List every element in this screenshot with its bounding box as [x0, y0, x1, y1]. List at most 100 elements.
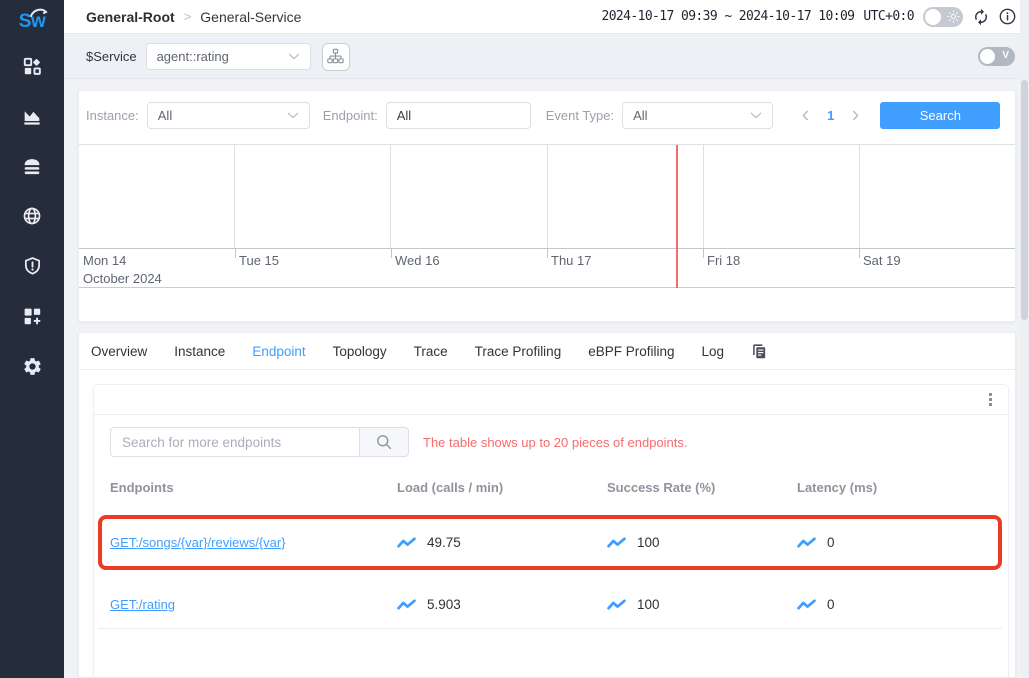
settings-icon	[22, 356, 43, 377]
table-limit-notice: The table shows up to 20 pieces of endpo…	[423, 435, 688, 450]
scrollbar-thumb[interactable]	[1021, 80, 1028, 320]
timeline-day-column	[548, 145, 704, 248]
sparkline-icon[interactable]	[397, 598, 416, 611]
tab-ebpf-profiling[interactable]: eBPF Profiling	[588, 344, 674, 359]
timeline-tick	[391, 249, 392, 258]
app-logo[interactable]: Sw	[0, 0, 64, 44]
latency-value: 0	[827, 597, 835, 612]
scrollbar[interactable]	[1020, 0, 1029, 678]
endpoint-search-input[interactable]	[110, 427, 359, 457]
service-select-value: agent::rating	[157, 49, 229, 64]
search-icon	[376, 434, 392, 450]
timeline-day-column	[391, 145, 547, 248]
endpoint-filter-label: Endpoint:	[323, 108, 378, 123]
tab-log[interactable]: Log	[702, 344, 725, 359]
service-select[interactable]: agent::rating	[146, 43, 311, 70]
tab-overview[interactable]: Overview	[91, 344, 147, 359]
version-toggle[interactable]: V	[978, 47, 1015, 66]
timeline-day-column	[704, 145, 860, 248]
refresh-button[interactable]	[972, 8, 990, 26]
timeline-day-label: Sat 19	[863, 253, 901, 268]
timeline-day-label: Mon 14	[83, 253, 126, 268]
instance-filter-value: All	[158, 108, 172, 123]
breadcrumb-current: General-Service	[200, 9, 301, 25]
info-button[interactable]	[999, 8, 1016, 25]
sparkline-icon[interactable]	[607, 536, 626, 549]
timeline-day-label: Fri 18	[707, 253, 740, 268]
database-icon	[21, 155, 43, 177]
sparkline-icon[interactable]	[797, 598, 816, 611]
endpoints-card: The table shows up to 20 pieces of endpo…	[93, 384, 1009, 678]
sun-icon	[947, 10, 960, 23]
chevron-down-icon	[287, 112, 299, 119]
sidebar-item-metrics[interactable]	[0, 91, 64, 141]
skywalking-app: Sw	[0, 0, 1029, 678]
info-icon	[999, 8, 1016, 25]
timeline-month-label: October 2024	[83, 271, 162, 286]
endpoint-link[interactable]: GET:/songs/{var}/reviews/{var}	[110, 535, 397, 550]
service-hierarchy-button[interactable]	[322, 43, 350, 71]
latency-cell: 0	[797, 535, 990, 550]
success-rate-value: 100	[637, 535, 660, 550]
endpoint-filter-input[interactable]	[386, 102, 531, 129]
sidebar-item-database[interactable]	[0, 141, 64, 191]
dashboard-icon	[22, 56, 43, 77]
sidebar-item-dashboards[interactable]	[0, 41, 64, 91]
sidebar-item-settings[interactable]	[0, 341, 64, 391]
sidebar-item-alerting[interactable]	[0, 241, 64, 291]
filter-row: Instance: All Endpoint: Event Type: All	[86, 101, 1008, 129]
load-value: 5.903	[427, 597, 461, 612]
copy-dashboard-button[interactable]	[751, 343, 768, 360]
tab-trace-profiling[interactable]: Trace Profiling	[475, 344, 562, 359]
event-type-filter-select[interactable]: All	[622, 102, 773, 129]
timeline-tick	[859, 249, 860, 258]
service-label: $Service	[86, 49, 137, 64]
breadcrumb-root[interactable]: General-Root	[86, 9, 175, 25]
sparkline-icon[interactable]	[797, 536, 816, 549]
timezone-label: UTC+0:0	[863, 9, 914, 24]
service-bar: $Service agent::rating V	[64, 35, 1029, 79]
prev-page-button[interactable]	[796, 106, 815, 125]
event-timeline[interactable]: Mon 14 Tue 15 Wed 16 Thu 17 Fri 18 Sat 1…	[79, 144, 1015, 288]
sidebar-item-customize[interactable]	[0, 291, 64, 341]
next-page-button[interactable]	[846, 106, 865, 125]
load-cell: 5.903	[397, 597, 607, 612]
load-cell: 49.75	[397, 535, 607, 550]
top-bar-actions: 2024-10-17 09:39 ~ 2024-10-17 10:09 UTC+…	[601, 7, 1016, 27]
load-value: 49.75	[427, 535, 461, 550]
timeline-tick	[235, 249, 236, 258]
endpoints-table: Endpoints Load (calls / min) Success Rat…	[110, 474, 990, 629]
column-header-latency: Latency (ms)	[797, 480, 990, 495]
tab-trace[interactable]: Trace	[414, 344, 448, 359]
chevron-down-icon	[288, 53, 300, 60]
sidebar-item-network[interactable]	[0, 191, 64, 241]
tab-instance[interactable]: Instance	[174, 344, 225, 359]
theme-toggle[interactable]	[923, 7, 963, 27]
toggle-knob	[925, 9, 941, 25]
timeline-day-column	[235, 145, 391, 248]
event-pagination: 1	[796, 106, 865, 125]
tab-endpoint[interactable]: Endpoint	[252, 344, 305, 359]
kebab-menu-icon[interactable]	[985, 389, 996, 410]
timeline-day-column	[860, 145, 1015, 248]
globe-icon	[21, 205, 43, 227]
highlight-box: GET:/songs/{var}/reviews/{var} 49.75	[98, 515, 1002, 570]
event-type-filter-value: All	[633, 108, 647, 123]
tab-topology[interactable]: Topology	[333, 344, 387, 359]
top-bar: General-Root > General-Service 2024-10-1…	[64, 0, 1029, 34]
sparkline-icon[interactable]	[607, 598, 626, 611]
table-header-row: Endpoints Load (calls / min) Success Rat…	[110, 474, 990, 507]
current-page-number[interactable]: 1	[827, 108, 834, 123]
search-button[interactable]: Search	[880, 102, 1000, 129]
endpoint-search-button[interactable]	[359, 427, 409, 457]
success-rate-value: 100	[637, 597, 660, 612]
instance-filter-select[interactable]: All	[147, 102, 310, 129]
endpoint-link[interactable]: GET:/rating	[110, 597, 397, 612]
column-header-endpoints: Endpoints	[110, 480, 397, 495]
service-detail-panel: Overview Instance Endpoint Topology Trac…	[78, 332, 1016, 678]
time-range-picker[interactable]: 2024-10-17 09:39 ~ 2024-10-17 10:09	[601, 9, 854, 24]
timeline-day-label: Tue 15	[239, 253, 279, 268]
sparkline-icon[interactable]	[397, 536, 416, 549]
sidebar: Sw	[0, 0, 64, 678]
timeline-day-label: Wed 16	[395, 253, 440, 268]
